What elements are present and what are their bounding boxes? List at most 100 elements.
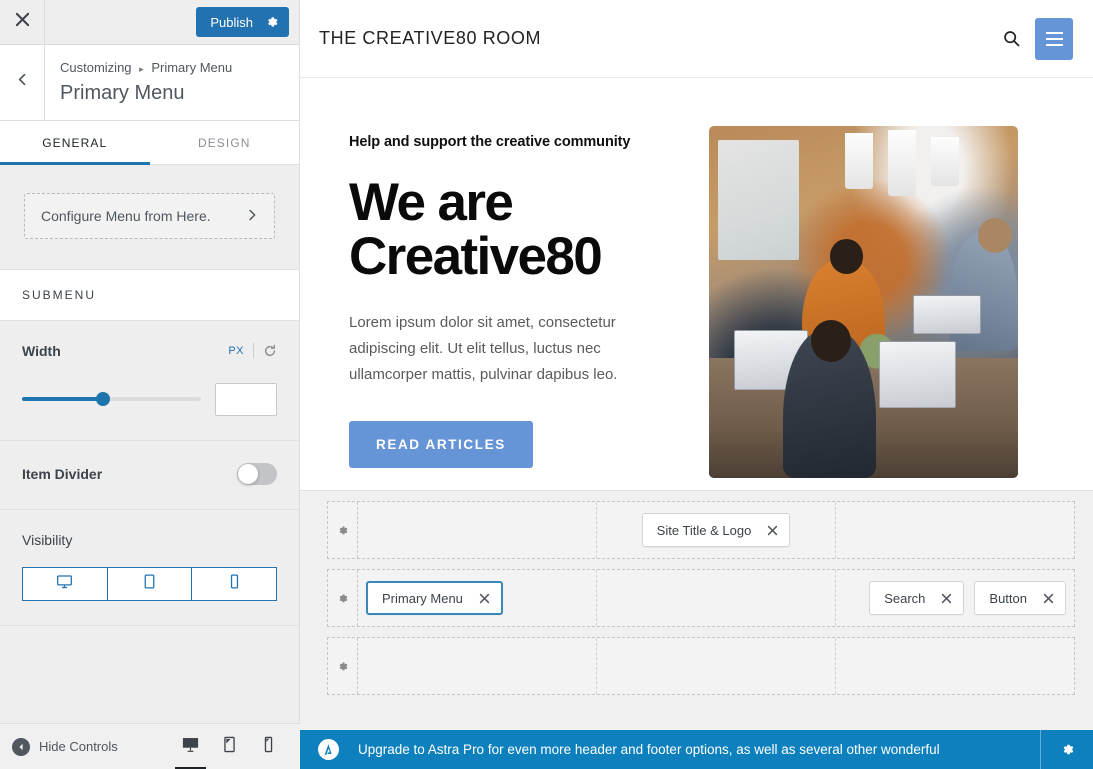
desktop-icon (181, 735, 200, 759)
tab-general[interactable]: GENERAL (0, 121, 150, 165)
builder-zone-center[interactable] (597, 570, 836, 626)
visibility-desktop-button[interactable] (22, 566, 108, 601)
sidebar-topbar: Publish (0, 0, 299, 45)
item-divider-toggle[interactable] (237, 462, 277, 485)
builder-row-primary-header: Primary Menu Search Button (327, 569, 1075, 627)
submenu-section-title: SUBMENU (22, 287, 97, 302)
builder-zone-left[interactable]: Primary Menu (358, 570, 597, 626)
preview-desktop-button[interactable] (175, 724, 206, 769)
hide-controls-label: Hide Controls (39, 739, 118, 754)
hamburger-line (1045, 37, 1063, 40)
item-divider-control: Item Divider (0, 441, 299, 510)
lamp-shape (931, 136, 960, 186)
sidebar-controls: Configure Menu from Here. SUBMENU Width … (0, 165, 299, 769)
gear-icon[interactable] (328, 502, 358, 558)
back-button[interactable] (0, 45, 45, 120)
builder-item-button[interactable]: Button (974, 581, 1066, 615)
site-header: THE CREATIVE80 ROOM (300, 0, 1093, 78)
hero-paragraph: Lorem ipsum dolor sit amet, consectetur … (349, 314, 618, 383)
head-shape (810, 319, 852, 362)
unit-px[interactable]: PX (228, 345, 244, 357)
tab-design[interactable]: DESIGN (150, 121, 300, 164)
head-shape (977, 217, 1012, 253)
mobile-icon (259, 735, 278, 759)
hamburger-icon[interactable] (1035, 17, 1073, 60)
breadcrumb-current: Primary Menu (151, 60, 233, 75)
builder-zone-center[interactable] (597, 638, 836, 694)
width-input[interactable] (215, 382, 277, 416)
laptop-shape (878, 340, 957, 408)
builder-item-search[interactable]: Search (869, 581, 965, 615)
chevron-right-icon (246, 208, 258, 224)
item-divider-label: Item Divider (22, 465, 103, 482)
builder-item-label: Primary Menu (382, 590, 463, 606)
astra-banner-message: Upgrade to Astra Pro for even more heade… (358, 742, 940, 757)
configure-menu-button[interactable]: Configure Menu from Here. (24, 192, 275, 239)
publish-area: Publish (196, 0, 299, 44)
close-icon[interactable] (767, 525, 778, 536)
close-icon[interactable] (479, 593, 490, 604)
tablet-icon (141, 573, 158, 595)
close-icon[interactable] (1043, 593, 1054, 604)
hero-heading-line2: Creative80 (349, 227, 603, 287)
width-control: Width PX (0, 321, 299, 441)
window-shape (718, 140, 799, 260)
gear-icon[interactable] (328, 638, 358, 694)
visibility-tablet-button[interactable] (106, 566, 193, 601)
customizer-sidebar: Publish Customizing ▸ Primary Menu Prima… (0, 0, 300, 769)
builder-zone-center[interactable]: Site Title & Logo (597, 502, 836, 558)
builder-row-below-header (327, 637, 1075, 695)
slider-thumb[interactable] (95, 392, 110, 406)
builder-item-label: Button (989, 590, 1027, 606)
tab-design-label: DESIGN (197, 135, 251, 150)
hide-controls-button[interactable]: Hide Controls (12, 737, 118, 756)
submenu-section-header: SUBMENU (0, 268, 299, 321)
mobile-icon (226, 573, 243, 595)
builder-row-above-header: Site Title & Logo (327, 501, 1075, 559)
breadcrumb-root[interactable]: Customizing (60, 60, 132, 75)
lamp-shape (844, 133, 873, 190)
builder-item-primary-menu[interactable]: Primary Menu (366, 581, 503, 615)
close-icon[interactable] (941, 593, 952, 604)
astra-banner-content: Upgrade to Astra Pro for even more heade… (300, 739, 1040, 760)
builder-item-label: Search (884, 590, 926, 606)
publish-button[interactable]: Publish (196, 7, 289, 37)
close-customizer-button[interactable] (0, 0, 45, 44)
builder-zone-right[interactable] (836, 502, 1074, 558)
gear-icon[interactable] (265, 15, 279, 29)
site-title[interactable]: THE CREATIVE80 ROOM (319, 28, 541, 49)
laptop-shape (912, 294, 981, 334)
astra-logo-icon (318, 739, 339, 760)
gear-icon[interactable] (1040, 730, 1093, 769)
hero-eyebrow: Help and support the creative community (349, 134, 631, 150)
hero-section: Help and support the creative community … (300, 78, 1093, 478)
builder-zone-left[interactable] (358, 638, 597, 694)
tablet-icon (220, 735, 239, 759)
tab-general-label: GENERAL (42, 135, 108, 150)
configure-menu-label: Configure Menu from Here. (41, 207, 211, 224)
header-actions (1002, 17, 1073, 60)
width-slider[interactable] (22, 392, 201, 406)
builder-zone-right[interactable]: Search Button (836, 570, 1074, 626)
search-icon[interactable] (1002, 29, 1021, 48)
hamburger-line (1045, 31, 1063, 34)
builder-item-site-title-logo[interactable]: Site Title & Logo (641, 513, 791, 547)
breadcrumb-separator: ▸ (139, 64, 144, 74)
preview-mobile-button[interactable] (259, 724, 278, 769)
caret-left-icon (12, 737, 30, 756)
gear-icon[interactable] (328, 570, 358, 626)
builder-zone-right[interactable] (836, 638, 1074, 694)
read-articles-button[interactable]: READ ARTICLES (349, 421, 533, 469)
width-slider-row (22, 382, 277, 416)
visibility-control: Visibility (0, 510, 299, 626)
preview-tablet-button[interactable] (220, 724, 239, 769)
device-preview-group (175, 724, 286, 769)
builder-zone-left[interactable] (358, 502, 597, 558)
toggle-knob (238, 463, 258, 484)
width-label: Width (22, 342, 61, 359)
reset-icon[interactable] (263, 344, 277, 358)
chevron-left-icon (16, 73, 29, 91)
close-icon (15, 12, 30, 32)
slider-fill (22, 397, 103, 401)
visibility-mobile-button[interactable] (191, 566, 278, 601)
